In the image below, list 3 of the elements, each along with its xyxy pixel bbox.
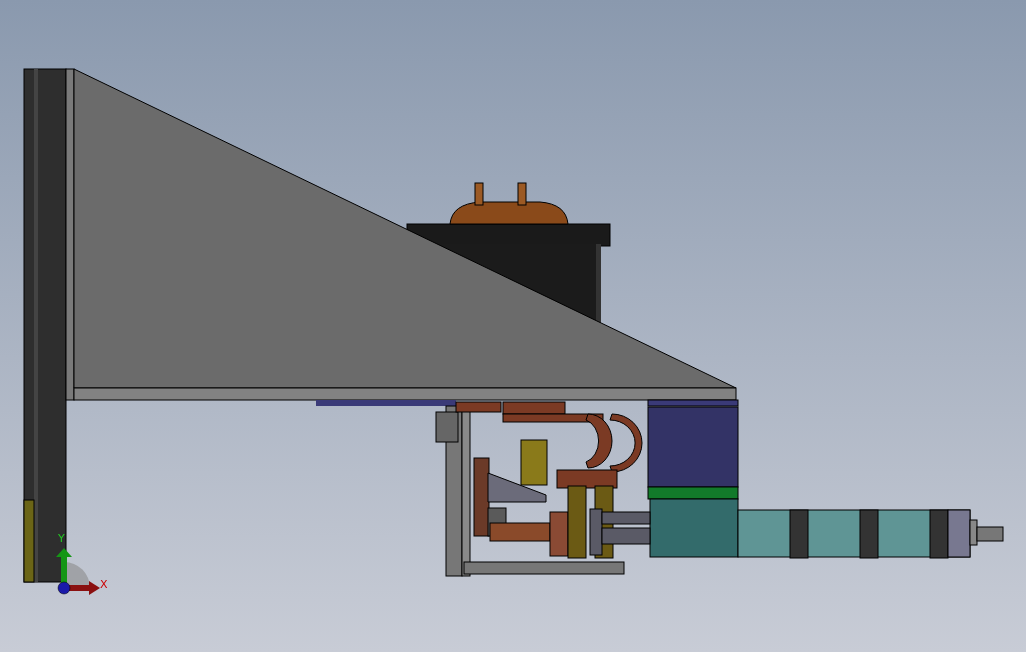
coordinate-triad-drawing [56, 548, 100, 595]
x-axis-label: X [100, 578, 108, 591]
y-axis-label: Y [58, 532, 65, 545]
